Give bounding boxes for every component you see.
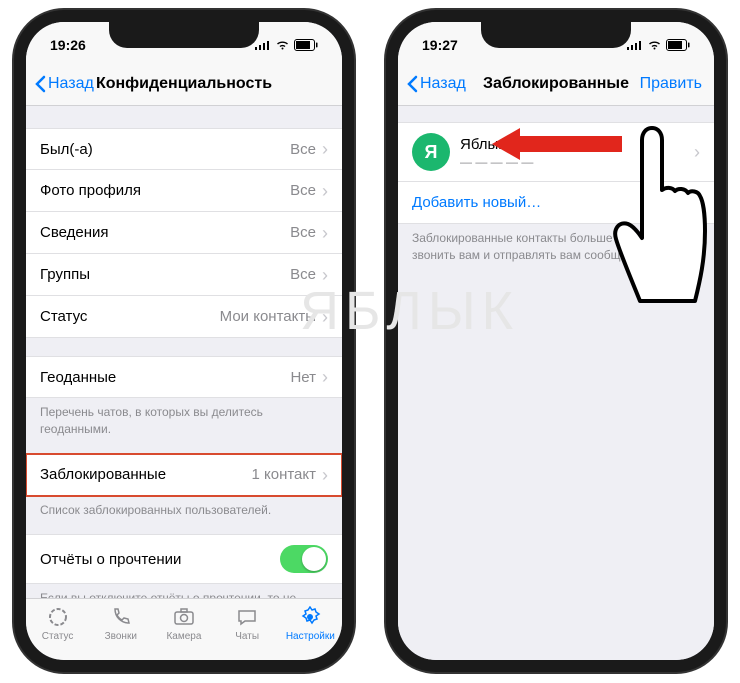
- screen-left: 19:26 Назад Конфиденциальность: [26, 22, 342, 660]
- toggle-switch[interactable]: [280, 545, 328, 573]
- cellular-signal-icon: [627, 40, 643, 50]
- phone-frame-left: 19:26 Назад Конфиденциальность: [14, 10, 354, 672]
- row-label: Группы: [40, 266, 290, 283]
- row-value: Все: [290, 224, 316, 241]
- row-label: Геоданные: [40, 369, 290, 386]
- row-label: Заблокированные: [40, 466, 251, 483]
- tab-settings[interactable]: Настройки: [280, 605, 340, 642]
- row-label: Отчёты о прочтении: [40, 551, 280, 568]
- row-about[interactable]: СведенияВсе ›: [26, 212, 342, 254]
- avatar: Я: [412, 133, 450, 171]
- back-label: Назад: [420, 75, 466, 93]
- row-label: Статус: [40, 308, 220, 325]
- tab-bar: Статус Звонки Камера Чаты Настройки: [26, 598, 342, 660]
- back-button[interactable]: Назад: [406, 75, 466, 93]
- tab-status[interactable]: Статус: [28, 605, 88, 642]
- reports-group: Отчёты о прочтении: [26, 534, 342, 584]
- annotation-arrow-icon: [492, 124, 622, 169]
- row-value: Все: [290, 182, 316, 199]
- wifi-icon: [275, 40, 290, 51]
- nav-bar: Назад Конфиденциальность: [26, 62, 342, 106]
- row-lastseen[interactable]: Был(-а)Все ›: [26, 128, 342, 170]
- tab-label: Настройки: [286, 631, 335, 642]
- chevron-right-icon: ›: [322, 266, 328, 284]
- notch: [109, 22, 259, 48]
- tab-label: Статус: [42, 631, 74, 642]
- geo-group: ГеоданныеНет ›: [26, 356, 342, 398]
- row-label: Был(-а): [40, 141, 290, 158]
- tab-chats[interactable]: Чаты: [217, 605, 277, 642]
- row-groups[interactable]: ГруппыВсе ›: [26, 254, 342, 296]
- camera-icon: [172, 605, 196, 629]
- row-label: Фото профиля: [40, 182, 290, 199]
- row-label: Сведения: [40, 224, 290, 241]
- edit-button[interactable]: Править: [640, 75, 702, 93]
- status-time: 19:27: [422, 37, 458, 53]
- row-value: 1 контакт: [251, 466, 316, 483]
- row-value: Мои контакты: [220, 308, 316, 325]
- status-icon: [46, 605, 70, 629]
- row-blocked[interactable]: Заблокированные1 контакт ›: [26, 454, 342, 496]
- tab-label: Звонки: [105, 631, 137, 642]
- tab-label: Чаты: [235, 631, 259, 642]
- privacy-group: Был(-а)Все› Фото профиляВсе› СведенияВсе…: [26, 128, 342, 338]
- chevron-right-icon: ›: [322, 368, 328, 386]
- cellular-signal-icon: [255, 40, 271, 50]
- pointer-hand-icon: [610, 120, 720, 315]
- chevron-right-icon: ›: [322, 140, 328, 158]
- row-read-receipts[interactable]: Отчёты о прочтении: [26, 534, 342, 584]
- status-time: 19:26: [50, 37, 86, 53]
- chevron-right-icon: ›: [322, 466, 328, 484]
- blocked-footer: Список заблокированных пользователей.: [26, 496, 342, 525]
- reports-footer: Если вы отключите отчёты о прочтении, то…: [26, 584, 342, 598]
- row-geodata[interactable]: ГеоданныеНет ›: [26, 356, 342, 398]
- page-title: Конфиденциальность: [96, 75, 272, 93]
- screen-right: 19:27 Назад Заблокированные Править Я Яб…: [398, 22, 714, 660]
- content-area: Был(-а)Все› Фото профиляВсе› СведенияВсе…: [26, 106, 342, 598]
- back-button[interactable]: Назад: [34, 75, 94, 93]
- tab-calls[interactable]: Звонки: [91, 605, 151, 642]
- notch: [481, 22, 631, 48]
- wifi-icon: [647, 40, 662, 51]
- geo-footer: Перечень чатов, в которых вы делитесь ге…: [26, 398, 342, 444]
- chevron-right-icon: ›: [322, 308, 328, 326]
- gear-icon: [298, 605, 322, 629]
- back-label: Назад: [48, 75, 94, 93]
- chevron-right-icon: ›: [322, 224, 328, 242]
- row-value: Все: [290, 266, 316, 283]
- chevron-left-icon: [406, 75, 418, 93]
- row-status[interactable]: СтатусМои контакты ›: [26, 296, 342, 338]
- row-value: Нет: [290, 369, 316, 386]
- blocked-group: Заблокированные1 контакт ›: [26, 454, 342, 496]
- chevron-right-icon: ›: [322, 182, 328, 200]
- phone-frame-right: 19:27 Назад Заблокированные Править Я Яб…: [386, 10, 726, 672]
- phone-icon: [109, 605, 133, 629]
- row-profilephoto[interactable]: Фото профиляВсе ›: [26, 170, 342, 212]
- row-value: Все: [290, 141, 316, 158]
- chevron-left-icon: [34, 75, 46, 93]
- battery-icon: [294, 39, 318, 51]
- battery-icon: [666, 39, 690, 51]
- chat-icon: [235, 605, 259, 629]
- tab-camera[interactable]: Камера: [154, 605, 214, 642]
- tab-label: Камера: [166, 631, 201, 642]
- nav-bar: Назад Заблокированные Править: [398, 62, 714, 106]
- page-title: Заблокированные: [483, 75, 629, 93]
